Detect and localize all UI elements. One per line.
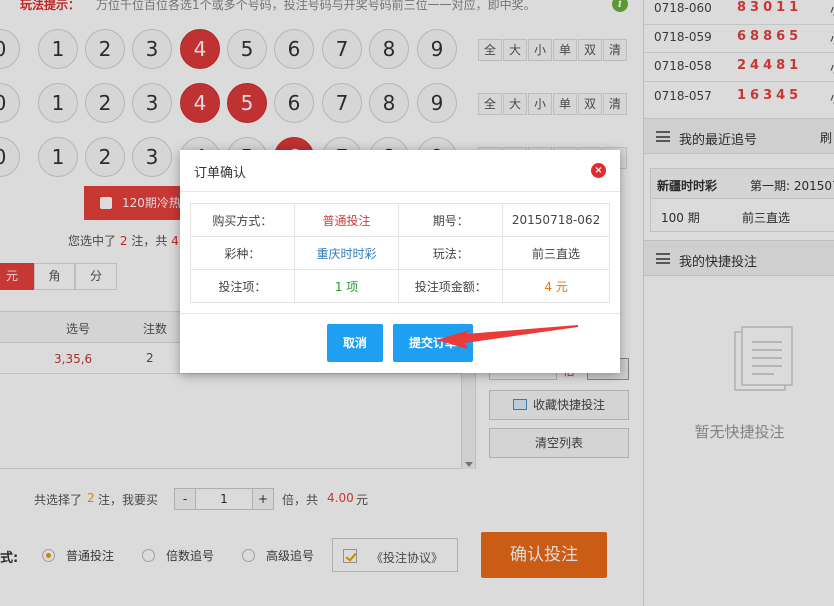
order-key: 购买方式：: [190, 203, 295, 237]
dialog-title: 订单确认: [194, 166, 247, 181]
order-key: 期号：: [398, 203, 504, 237]
order-value: 1 项: [293, 269, 400, 303]
order-row: 购买方式： 普通投注 期号： 20150718-062: [190, 203, 610, 237]
order-value: 普通投注: [293, 203, 400, 237]
dialog-divider: [180, 313, 620, 314]
order-key: 彩种：: [190, 236, 295, 270]
order-value: 前三直选: [502, 236, 610, 270]
close-icon[interactable]: ×: [591, 163, 606, 178]
order-table: 购买方式： 普通投注 期号： 20150718-062 彩种： 重庆时时彩 玩法…: [190, 203, 610, 303]
order-confirm-dialog: 订单确认 × 购买方式： 普通投注 期号： 20150718-062 彩种： 重…: [180, 150, 620, 373]
order-value: 重庆时时彩: [293, 236, 400, 270]
dialog-divider: [180, 191, 620, 192]
submit-order-button[interactable]: 提交订单: [393, 324, 473, 362]
order-value: 20150718-062: [502, 203, 610, 237]
order-row: 投注项： 1 项 投注项金额： 4 元: [190, 269, 610, 303]
order-row: 彩种： 重庆时时彩 玩法： 前三直选: [190, 236, 610, 270]
order-value: 4 元: [502, 269, 610, 303]
order-key: 投注项：: [190, 269, 295, 303]
order-key: 玩法：: [398, 236, 504, 270]
order-key: 投注项金额：: [398, 269, 504, 303]
cancel-button[interactable]: 取消: [327, 324, 383, 362]
